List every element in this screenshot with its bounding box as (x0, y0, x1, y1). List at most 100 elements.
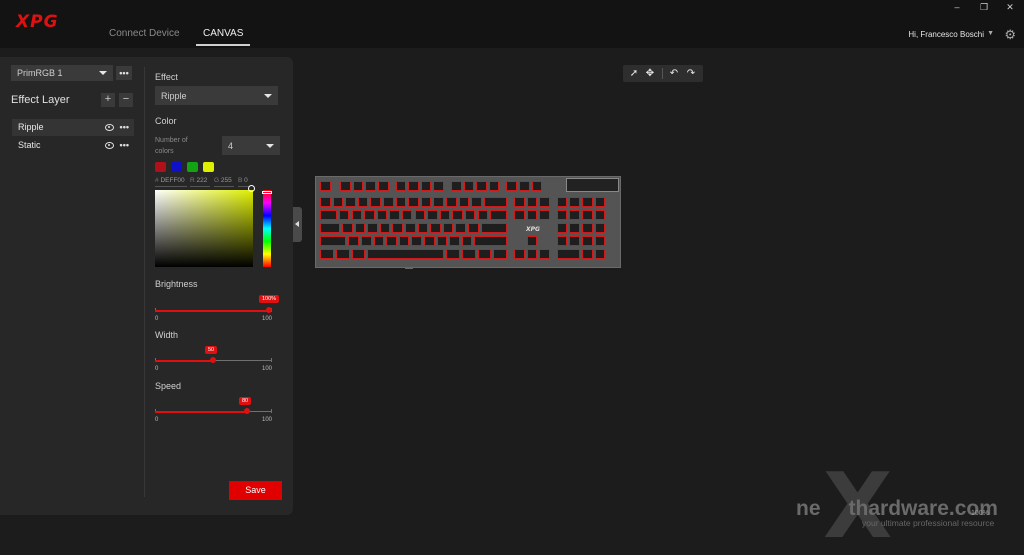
move-tool-icon[interactable]: ✥ (643, 66, 657, 81)
keycap[interactable] (367, 223, 378, 233)
undo-icon[interactable]: ↶ (667, 66, 681, 81)
keycap[interactable] (320, 223, 341, 233)
keycap[interactable] (480, 223, 507, 233)
keycap[interactable] (594, 236, 606, 246)
brightness-handle[interactable] (266, 307, 272, 313)
keycap[interactable] (342, 223, 353, 233)
effect-dropdown[interactable]: Ripple (155, 86, 278, 105)
keycap[interactable] (320, 249, 334, 259)
redo-icon[interactable]: ↷ (684, 66, 698, 81)
color-swatch-1[interactable] (155, 162, 166, 172)
keycap[interactable] (455, 223, 467, 233)
keycap[interactable] (379, 223, 391, 233)
keycap[interactable] (411, 236, 422, 246)
keycap[interactable] (423, 236, 435, 246)
keycap[interactable] (427, 210, 438, 220)
g-field[interactable]: G 255 (214, 177, 232, 184)
layer-item-static[interactable]: Static ••• (12, 137, 134, 154)
chevron-down-icon[interactable]: ▼ (987, 30, 994, 37)
keycap[interactable] (433, 197, 444, 207)
media-control-panel[interactable] (566, 178, 619, 192)
keycap[interactable] (320, 181, 331, 191)
keycap[interactable] (452, 210, 463, 220)
keycap[interactable] (332, 197, 344, 207)
keycap[interactable] (370, 197, 381, 207)
keycap[interactable] (320, 210, 337, 220)
keycap[interactable] (531, 181, 543, 191)
keycap[interactable] (483, 197, 507, 207)
keycap[interactable] (514, 210, 525, 220)
keycap[interactable] (569, 197, 581, 207)
keycap[interactable] (420, 181, 432, 191)
keycap[interactable] (490, 210, 507, 220)
keycap[interactable] (446, 249, 460, 259)
keycap[interactable] (582, 210, 593, 220)
keycap[interactable] (594, 223, 606, 233)
keycap[interactable] (345, 197, 356, 207)
hex-field[interactable]: # DEFF00 (155, 177, 185, 184)
gear-icon[interactable]: ⚙ (1004, 27, 1016, 43)
collapse-panel-button[interactable] (293, 207, 302, 242)
keycap[interactable] (594, 249, 606, 259)
hue-slider-handle[interactable] (262, 191, 272, 194)
keycap[interactable] (493, 249, 507, 259)
keycap[interactable] (582, 223, 593, 233)
keycap[interactable] (471, 197, 482, 207)
keycap[interactable] (377, 181, 389, 191)
keycap[interactable] (514, 197, 525, 207)
keycap[interactable] (556, 223, 568, 233)
eye-icon[interactable] (105, 124, 114, 131)
close-button[interactable]: ✕ (1003, 2, 1017, 13)
keycap[interactable] (477, 249, 492, 259)
keycap[interactable] (395, 181, 407, 191)
keycap[interactable] (539, 210, 550, 220)
keycap[interactable] (392, 223, 404, 233)
keycap[interactable] (340, 181, 351, 191)
keycap[interactable] (458, 197, 470, 207)
keycap[interactable] (401, 210, 413, 220)
keycap[interactable] (461, 249, 476, 259)
keycap[interactable] (436, 236, 448, 246)
keycap[interactable] (449, 236, 460, 246)
color-swatch-3[interactable] (187, 162, 198, 172)
keycap[interactable] (383, 197, 394, 207)
keycap[interactable] (594, 197, 606, 207)
keycap[interactable] (335, 249, 350, 259)
keycap[interactable] (569, 210, 581, 220)
keycap[interactable] (539, 197, 550, 207)
keycap[interactable] (464, 210, 476, 220)
keycap[interactable] (439, 210, 451, 220)
keycap[interactable] (320, 197, 331, 207)
keycap[interactable] (373, 236, 385, 246)
keycap[interactable] (360, 236, 372, 246)
select-tool-icon[interactable]: ➚ (627, 66, 641, 81)
keycap[interactable] (476, 181, 487, 191)
tab-connect-device[interactable]: Connect Device (109, 28, 180, 39)
number-of-colors-dropdown[interactable]: 4 (222, 136, 280, 155)
color-swatch-2[interactable] (171, 162, 182, 172)
keycap[interactable] (463, 181, 475, 191)
keycap[interactable] (320, 236, 347, 246)
keycap[interactable] (556, 249, 581, 259)
keycap[interactable] (569, 223, 581, 233)
maximize-button[interactable]: ❐ (977, 2, 991, 13)
minimize-button[interactable]: – (950, 2, 964, 12)
color-picker-handle[interactable] (248, 185, 255, 192)
keycap[interactable] (451, 181, 462, 191)
keycap[interactable] (446, 197, 457, 207)
tab-canvas[interactable]: CANVAS (203, 28, 243, 39)
r-field[interactable]: R 222 (190, 177, 207, 184)
profile-more-button[interactable]: ••• (116, 66, 132, 80)
color-swatch-4[interactable] (203, 162, 214, 172)
keycap[interactable] (364, 210, 375, 220)
keycap[interactable] (351, 249, 366, 259)
keycap[interactable] (365, 181, 376, 191)
keyboard-preview[interactable]: XPG (315, 176, 621, 268)
keycap[interactable] (386, 236, 397, 246)
keycap[interactable] (477, 210, 489, 220)
keycap[interactable] (526, 236, 538, 246)
add-layer-button[interactable]: + (101, 93, 115, 107)
keycap[interactable] (357, 197, 369, 207)
keycap[interactable] (408, 197, 419, 207)
more-icon[interactable]: ••• (120, 119, 129, 136)
